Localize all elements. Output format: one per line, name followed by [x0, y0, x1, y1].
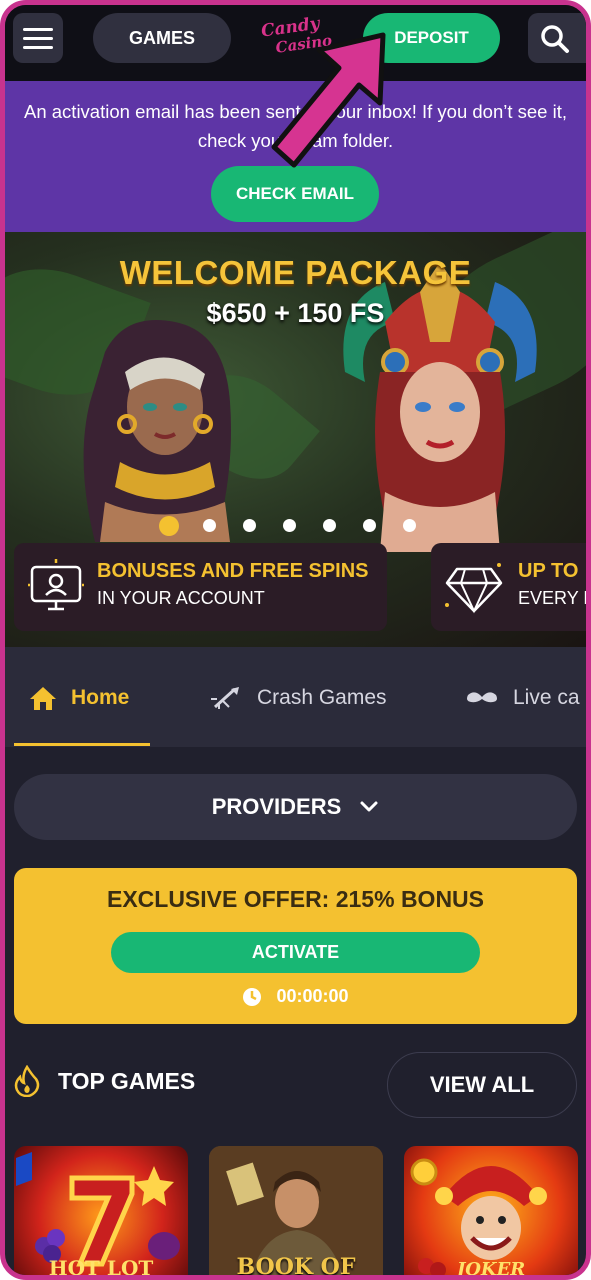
active-tab-indicator [14, 743, 150, 746]
games-button[interactable]: GAMES [93, 13, 231, 63]
search-icon [541, 25, 569, 53]
carousel-dot[interactable] [243, 519, 256, 532]
chevron-down-icon [359, 800, 379, 814]
promo-card-title: BONUSES AND FREE SPINS [97, 560, 369, 582]
welcome-hero-banner[interactable]: WELCOME PACKAGE $650 + 150 FS BONUSES AN… [5, 232, 586, 647]
promo-card-subtitle: EVERY D [518, 588, 586, 608]
hero-subtitle: $650 + 150 FS [206, 298, 385, 328]
top-games-heading: TOP GAMES [14, 1065, 195, 1097]
exclusive-offer-card: EXCLUSIVE OFFER: 215% BONUS ACTIVATE 00:… [14, 868, 577, 1024]
carousel-dot[interactable] [323, 519, 336, 532]
monitor-user-icon [28, 559, 84, 611]
check-email-button[interactable]: CHECK EMAIL [211, 166, 379, 222]
mustache-icon [465, 689, 499, 707]
promo-card-subtitle: IN YOUR ACCOUNT [97, 588, 265, 608]
tab-crash-games[interactable]: Crash Games [209, 683, 387, 713]
hero-title: WELCOME PACKAGE [119, 254, 472, 291]
carousel-dot[interactable] [283, 519, 296, 532]
clock-icon [242, 987, 262, 1007]
tab-label: Crash Games [257, 686, 387, 709]
left-character-illustration [83, 320, 231, 542]
carousel-dot[interactable] [159, 516, 179, 536]
game-tile[interactable]: BOOK OF [209, 1146, 383, 1280]
menu-icon-line [23, 28, 53, 31]
rocket-icon [209, 685, 243, 711]
providers-label: PROVIDERS [211, 794, 342, 819]
carousel-dot[interactable] [403, 519, 416, 532]
tab-live-casino[interactable]: Live ca [465, 683, 580, 713]
tab-label: Home [71, 686, 130, 709]
game-tile[interactable]: JOKER [404, 1146, 578, 1280]
carousel-dot[interactable] [203, 519, 216, 532]
category-tabs: Home Crash Games Live ca [5, 647, 586, 747]
search-button[interactable] [528, 13, 586, 63]
home-icon [29, 685, 57, 711]
diamond-icon [445, 563, 503, 614]
carousel-dot[interactable] [363, 519, 376, 532]
pointer-arrow-icon [271, 32, 386, 168]
game-tile[interactable]: HOT LOT [14, 1146, 188, 1280]
providers-dropdown[interactable]: PROVIDERS [14, 774, 577, 840]
game-caption: JOKER [456, 1259, 526, 1280]
phone-frame: GAMES Candy Casino DEPOSIT An activation… [0, 0, 591, 1280]
tab-label: Live ca [513, 686, 580, 709]
offer-title: EXCLUSIVE OFFER: 215% BONUS [106, 886, 485, 912]
timer-value: 00:00:00 [276, 986, 349, 1006]
menu-icon-line [23, 37, 53, 40]
activate-button[interactable]: ACTIVATE [111, 932, 480, 973]
offer-timer: 00:00:00 [14, 986, 577, 1007]
tab-home[interactable]: Home [29, 683, 129, 713]
menu-button[interactable] [13, 13, 63, 63]
menu-icon-line [23, 46, 53, 49]
promo-card-title: UP TO [518, 560, 579, 582]
promo-card-second[interactable]: UP TO EVERY D [431, 543, 586, 631]
game-caption: HOT LOT [48, 1256, 154, 1280]
top-games-title: TOP GAMES [58, 1067, 196, 1094]
fire-icon [14, 1065, 40, 1097]
promo-card-bonuses[interactable]: BONUSES AND FREE SPINS IN YOUR ACCOUNT [14, 543, 387, 631]
carousel-dots [5, 516, 586, 536]
view-all-button[interactable]: VIEW ALL [387, 1052, 577, 1118]
game-caption: BOOK OF [236, 1254, 356, 1280]
